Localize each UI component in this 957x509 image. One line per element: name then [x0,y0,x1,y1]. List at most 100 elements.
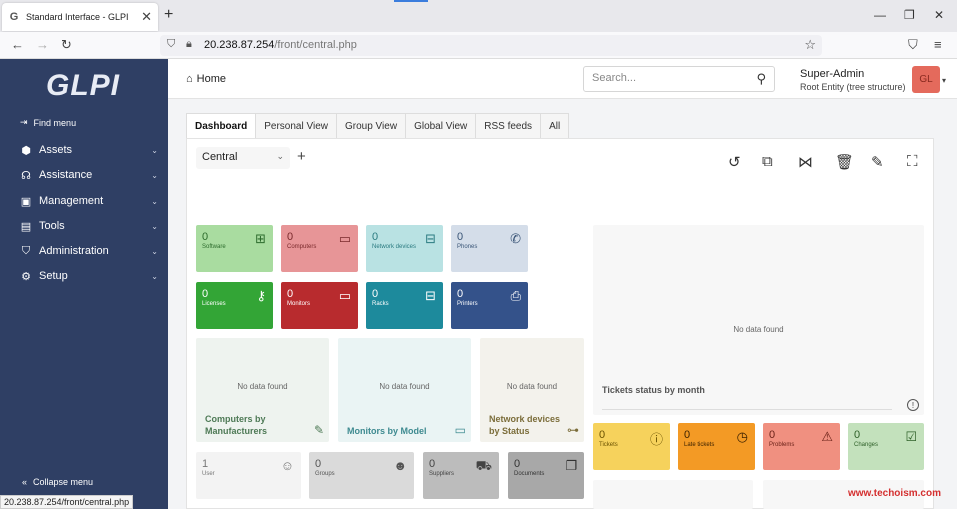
tickets-status-chart[interactable]: No data found Tickets status by month ! [593,225,924,415]
window-close-icon[interactable]: ✕ [934,8,944,22]
files-icon: ❐ [565,458,577,473]
card-value: 0 [599,429,606,441]
widget-monitors-by-model[interactable]: No data found Monitors by Model ▭ [338,338,471,442]
card-label: Network devices [372,244,417,250]
hamburger-menu-icon[interactable]: ≡ [934,37,942,52]
card-licenses[interactable]: 0 Licenses ⚷ [196,282,273,329]
global-search[interactable]: ⚲ [583,66,775,92]
tab-personal-view[interactable]: Personal View [256,113,337,139]
no-data-text: No data found [379,382,430,391]
sidebar-item-assets[interactable]: ⬢ Assets ⌄ [20,140,158,160]
card-monitors[interactable]: 0 Monitors ▭ [281,282,358,329]
dashboard-select-value: Central [202,151,238,163]
history-icon[interactable]: ↺ [728,153,741,171]
sidebar-item-administration[interactable]: ⛉ Administration ⌄ [20,241,158,261]
sidebar-item-management[interactable]: ▣ Management ⌄ [20,191,158,211]
browser-tab[interactable]: G Standard Interface - GLPI ✕ [2,3,158,31]
avatar[interactable]: GL [912,66,940,93]
card-label: Phones [457,244,478,250]
forward-icon[interactable]: → [36,37,49,52]
sidebar-item-assistance[interactable]: ☊ Assistance ⌄ [20,165,158,185]
card-software[interactable]: 0 Software ⊞ [196,225,273,272]
card-racks[interactable]: 0 Racks ⊟ [366,282,443,329]
tab-global-view[interactable]: Global View [406,113,477,139]
card-computers[interactable]: 0 Computers ▭ [281,225,358,272]
back-icon[interactable]: ← [11,37,24,52]
restore-icon[interactable]: ❐ [904,8,915,22]
tab-group-view[interactable]: Group View [336,113,407,139]
tracking-shield-icon[interactable]: ⛉ [167,38,175,51]
card-value: 0 [202,288,209,300]
no-data-text: No data found [237,382,288,391]
pocket-icon[interactable]: ⛉ [908,37,918,53]
share-icon[interactable]: ⋈ [798,153,813,171]
dashboard-tabs: Dashboard Personal View Group View Globa… [186,113,570,139]
tab-title: Standard Interface - GLPI [26,12,129,22]
collapse-menu-label: Collapse menu [33,477,94,487]
tab-all[interactable]: All [541,113,570,139]
card-label: Problems [769,442,795,448]
glpi-logo[interactable]: GLPI [46,69,120,103]
card-label: Computers [287,244,317,250]
bookmark-star-icon[interactable]: ☆ [804,37,816,53]
card-documents[interactable]: 0 Documents ❐ [508,452,584,499]
cube-icon: ⬢ [21,144,31,157]
card-suppliers[interactable]: 0 Suppliers ⛟ [423,452,499,499]
search-icon[interactable]: ⚲ [756,71,766,87]
find-menu-link[interactable]: ⇥ Find menu [20,117,76,128]
card-user[interactable]: 1 User ☺ [196,452,301,499]
new-tab-icon[interactable]: + [164,6,173,24]
user-info[interactable]: Super-Admin Root Entity (tree structure) [800,68,906,92]
add-dashboard-icon[interactable]: + [297,148,306,165]
card-value: 0 [315,458,322,470]
search-input[interactable] [592,72,742,84]
dolly-icon: ⛟ [475,458,492,473]
card-network-devices[interactable]: 0 Network devices ⊟ [366,225,443,272]
widget-computers-by-manufacturers[interactable]: No data found Computers by Manufacturers… [196,338,329,442]
trash-icon[interactable]: 🗑︎ [835,153,854,171]
card-value: 0 [854,429,861,441]
widget-network-devices-by-status[interactable]: No data found Network devices by Status … [480,338,584,442]
double-chevron-left-icon: « [22,477,28,487]
tab-dashboard[interactable]: Dashboard [186,113,257,139]
info-icon[interactable]: ! [907,399,919,411]
card-value: 0 [287,231,294,243]
card-value: 0 [769,429,776,441]
card-groups[interactable]: 0 Groups ☻ [309,452,414,499]
dashboard-select[interactable]: Central ⌄ [196,147,290,169]
login-arrow-icon: ⇥ [20,117,28,127]
briefcase-icon: ▤ [20,220,32,233]
sidebar-item-tools[interactable]: ▤ Tools ⌄ [20,216,158,236]
apps-icon: ⊞ [255,231,266,246]
card-phones[interactable]: 0 Phones ✆ [451,225,528,272]
browser-status-url: 20.238.87.254/front/central.php [0,495,134,509]
caret-down-icon[interactable]: ▾ [942,76,946,85]
card-late-tickets[interactable]: 0 Late tickets ◷ [678,423,755,470]
chevron-down-icon: ⌄ [151,170,158,180]
fullscreen-icon[interactable]: ⛶ [907,153,918,170]
card-printers[interactable]: 0 Printers ⎙ [451,282,528,329]
breadcrumb-home: Home [196,73,226,85]
insecure-lock-icon[interactable]: 🔒︎ [186,38,192,51]
breadcrumb[interactable]: ⌂ Home [186,73,226,85]
copy-icon[interactable]: ⧉ [762,153,773,170]
sidebar-item-setup[interactable]: ⚙ Setup ⌄ [20,266,158,286]
address-bar[interactable]: ⛉ 🔒︎ 20.238.87.254/front/central.php ☆ [160,35,822,56]
card-value: 0 [457,288,464,300]
collapse-menu-button[interactable]: « Collapse menu [22,477,93,487]
users-icon: ☻ [393,458,407,473]
card-value: 0 [514,458,521,470]
edit-icon[interactable]: ✎ [871,153,884,171]
card-problems[interactable]: 0 Problems ⚠ [763,423,840,470]
minimize-icon[interactable]: — [874,8,886,22]
card-value: 0 [684,429,691,441]
warning-icon: ⚠ [821,429,833,444]
url-text[interactable]: 20.238.87.254/front/central.php [204,39,357,51]
reload-icon[interactable]: ↻ [61,37,72,53]
tab-rss-feeds[interactable]: RSS feeds [476,113,542,139]
card-tickets[interactable]: 0 Tickets ⓘ [593,423,670,470]
close-tab-icon[interactable]: ✕ [141,9,152,25]
chart-title: Tickets status by month [602,385,705,395]
chevron-down-icon: ⌄ [151,271,158,281]
card-changes[interactable]: 0 Changes ☑ [848,423,924,470]
